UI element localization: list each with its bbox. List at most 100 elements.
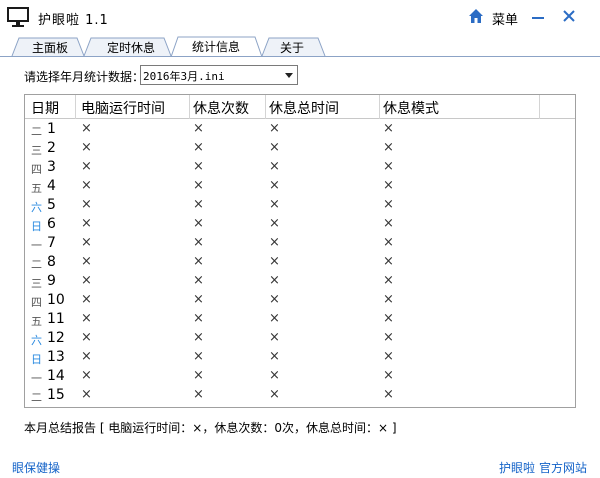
col-runtime: 电脑运行时间: [81, 101, 165, 117]
table-row[interactable]: 日 6 × × × ×: [25, 215, 575, 234]
rest-count-cell: ×: [193, 273, 204, 288]
table-row[interactable]: 六 12 × × × ×: [25, 329, 575, 348]
day-number: 9: [47, 273, 56, 289]
rest-mode-cell: ×: [383, 197, 394, 212]
day-number: 10: [47, 292, 65, 308]
close-icon[interactable]: [558, 6, 580, 26]
day-number: 1: [47, 121, 56, 137]
rest-count-cell: ×: [193, 311, 204, 326]
rest-mode-cell: ×: [383, 254, 394, 269]
monitor-icon: [7, 7, 29, 27]
table-row[interactable]: 日 13 × × × ×: [25, 348, 575, 367]
weekday-label: 三: [31, 277, 42, 290]
rest-total-cell: ×: [269, 216, 280, 231]
runtime-cell: ×: [81, 140, 92, 155]
day-number: 12: [47, 330, 65, 346]
rest-count-cell: ×: [193, 368, 204, 383]
rest-mode-cell: ×: [383, 387, 394, 402]
rest-total-cell: ×: [269, 159, 280, 174]
rest-count-cell: ×: [193, 292, 204, 307]
rest-mode-cell: ×: [383, 159, 394, 174]
rest-total-cell: ×: [269, 254, 280, 269]
rest-count-cell: ×: [193, 349, 204, 364]
official-site-link[interactable]: 官方网站: [539, 459, 587, 476]
runtime-cell: ×: [81, 197, 92, 212]
title-bar: 护眼啦 1.1 菜单: [0, 0, 600, 35]
day-number: 15: [47, 387, 65, 403]
weekday-label: 一: [31, 372, 42, 385]
home-icon[interactable]: [468, 8, 484, 24]
table-header: 日期 电脑运行时间 休息次数 休息总时间 休息模式: [25, 95, 575, 119]
rest-total-cell: ×: [269, 330, 280, 345]
tab-about[interactable]: 关于: [272, 39, 312, 56]
day-number: 6: [47, 216, 56, 232]
runtime-cell: ×: [81, 387, 92, 402]
rest-total-cell: ×: [269, 121, 280, 136]
minimize-icon[interactable]: [527, 6, 549, 26]
weekday-label: 五: [31, 182, 42, 195]
table-row[interactable]: 二 8 × × × ×: [25, 253, 575, 272]
rest-count-cell: ×: [193, 178, 204, 193]
rest-total-cell: ×: [269, 368, 280, 383]
col-rest-total: 休息总时间: [269, 101, 339, 117]
runtime-cell: ×: [81, 368, 92, 383]
rest-count-cell: ×: [193, 140, 204, 155]
table-row[interactable]: 五 4 × × × ×: [25, 177, 575, 196]
rest-mode-cell: ×: [383, 349, 394, 364]
table-row[interactable]: 三 9 × × × ×: [25, 272, 575, 291]
rest-count-cell: ×: [193, 216, 204, 231]
menu-button[interactable]: 菜单: [492, 9, 518, 28]
table-row[interactable]: 一 14 × × × ×: [25, 367, 575, 386]
day-number: 5: [47, 197, 56, 213]
rest-count-cell: ×: [193, 159, 204, 174]
day-number: 11: [47, 311, 65, 327]
runtime-cell: ×: [81, 216, 92, 231]
weekday-label: 六: [31, 201, 42, 214]
weekday-label: 二: [31, 125, 42, 138]
app-title: 护眼啦 1.1: [38, 13, 109, 28]
runtime-cell: ×: [81, 330, 92, 345]
tab-statistics[interactable]: 统计信息: [182, 38, 250, 55]
eye-exercise-link[interactable]: 眼保健操: [12, 459, 60, 476]
weekday-label: 六: [31, 334, 42, 347]
table-row[interactable]: 五 11 × × × ×: [25, 310, 575, 329]
table-row[interactable]: 二 1 × × × ×: [25, 120, 575, 139]
runtime-cell: ×: [81, 159, 92, 174]
day-number: 14: [47, 368, 65, 384]
rest-count-cell: ×: [193, 235, 204, 250]
app-name-link[interactable]: 护眼啦: [499, 459, 535, 476]
tab-main-panel[interactable]: 主面板: [25, 39, 75, 56]
runtime-cell: ×: [81, 235, 92, 250]
table-row[interactable]: 四 3 × × × ×: [25, 158, 575, 177]
weekday-label: 四: [31, 296, 42, 309]
tab-scheduled-rest[interactable]: 定时休息: [98, 39, 164, 56]
weekday-label: 日: [31, 220, 42, 233]
table-row[interactable]: 三 2 × × × ×: [25, 139, 575, 158]
rest-mode-cell: ×: [383, 292, 394, 307]
rest-count-cell: ×: [193, 121, 204, 136]
table-row[interactable]: 二 15 × × × ×: [25, 386, 575, 405]
col-rest-count: 休息次数: [193, 101, 249, 117]
rest-mode-cell: ×: [383, 368, 394, 383]
rest-count-cell: ×: [193, 330, 204, 345]
stats-table[interactable]: 日期 电脑运行时间 休息次数 休息总时间 休息模式 二 1 × × × × 三 …: [24, 94, 576, 408]
runtime-cell: ×: [81, 292, 92, 307]
day-number: 4: [47, 178, 56, 194]
rest-total-cell: ×: [269, 273, 280, 288]
weekday-label: 二: [31, 391, 42, 404]
rest-total-cell: ×: [269, 178, 280, 193]
rest-mode-cell: ×: [383, 273, 394, 288]
table-row[interactable]: 四 10 × × × ×: [25, 291, 575, 310]
weekday-label: 四: [31, 163, 42, 176]
runtime-cell: ×: [81, 254, 92, 269]
day-number: 7: [47, 235, 56, 251]
table-row[interactable]: 六 5 × × × ×: [25, 196, 575, 215]
month-select[interactable]: 2016年3月.ini: [140, 65, 298, 85]
day-number: 8: [47, 254, 56, 270]
table-row[interactable]: 一 7 × × × ×: [25, 234, 575, 253]
weekday-label: 日: [31, 353, 42, 366]
day-number: 3: [47, 159, 56, 175]
rest-total-cell: ×: [269, 140, 280, 155]
rest-total-cell: ×: [269, 292, 280, 307]
tab-divider: [0, 56, 600, 57]
